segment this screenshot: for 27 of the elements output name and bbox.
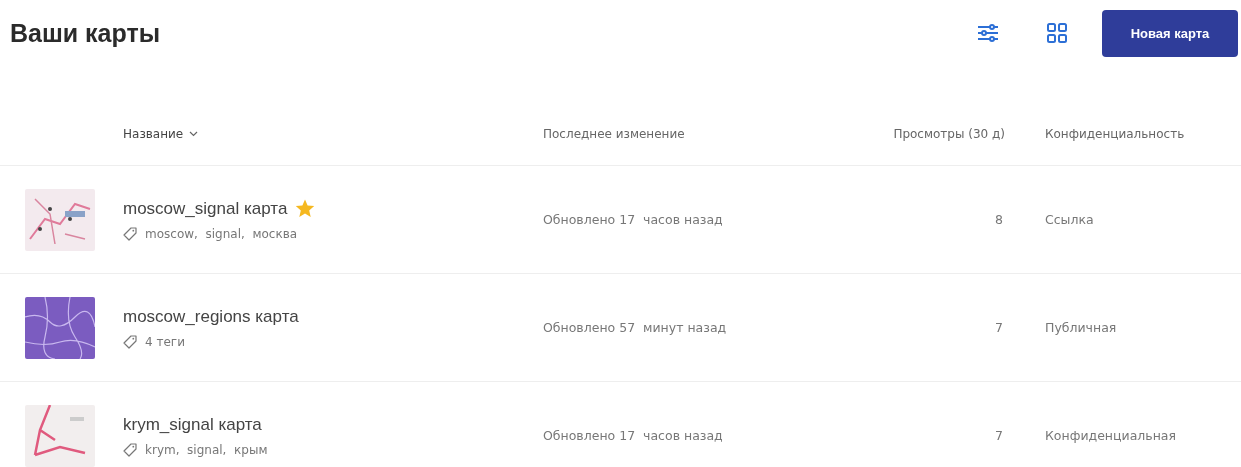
views-cell-text: 8 bbox=[994, 212, 1004, 227]
tag-icon bbox=[123, 442, 137, 457]
column-header[interactable]: Просмотры (30 д) bbox=[893, 126, 1005, 141]
modified-cell-text: Обновлено 57 минут назад bbox=[543, 320, 728, 335]
grid-view-icon[interactable] bbox=[1047, 23, 1067, 43]
column-header[interactable]: Конфиденциальность bbox=[1045, 126, 1185, 141]
column-header[interactable]: Название bbox=[123, 126, 184, 141]
modified-cell-text: Обновлено 17 часов назад bbox=[543, 428, 724, 443]
tag-icon bbox=[123, 226, 137, 241]
new-map-button[interactable]: Новая карта bbox=[1102, 9, 1238, 57]
column-header[interactable]: Последнее изменение bbox=[543, 126, 685, 141]
privacy-cell-text: Публичная bbox=[1044, 320, 1118, 335]
tag-list: moscow, signal, москва bbox=[145, 226, 298, 241]
modified-cell-text: Обновлено 17 часов назад bbox=[543, 212, 724, 227]
privacy-cell-text: Конфиденциальная bbox=[1044, 428, 1177, 443]
page-title: Ваши карты bbox=[10, 18, 162, 48]
privacy-cell-text: Ссылка bbox=[1044, 212, 1095, 227]
map-name[interactable]: moscow_signal карта bbox=[123, 198, 288, 219]
tag-list: 4 теги bbox=[145, 334, 185, 349]
tag-list: krym, signal, крым bbox=[145, 442, 268, 457]
tag-icon bbox=[123, 334, 137, 349]
map-name[interactable]: moscow_regions карта bbox=[123, 306, 299, 327]
filter-icon[interactable] bbox=[977, 24, 999, 42]
views-cell-text: 7 bbox=[994, 428, 1004, 443]
views-cell-text: 7 bbox=[994, 320, 1004, 335]
star-icon[interactable] bbox=[295, 199, 316, 218]
map-name[interactable]: krym_signal карта bbox=[123, 414, 262, 435]
